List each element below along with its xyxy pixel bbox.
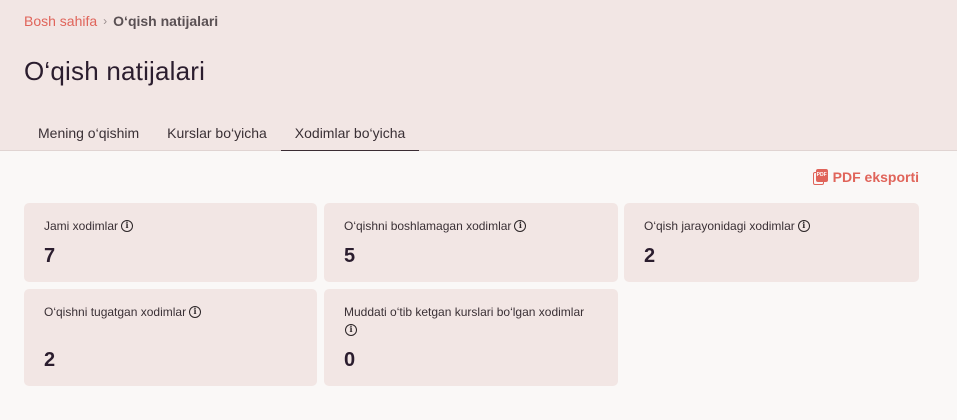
- pdf-file-icon: PDF: [812, 169, 828, 185]
- info-icon[interactable]: i: [514, 220, 527, 232]
- tab-by-employees[interactable]: Xodimlar bo‘yicha: [280, 119, 420, 151]
- stat-value: 2: [44, 349, 56, 371]
- breadcrumb-separator-icon: ›: [103, 14, 108, 28]
- stat-card-overdue: Muddati o‘tib ketgan kurslari bo‘lgan xo…: [324, 289, 618, 386]
- stat-label: O‘qishni boshlamagan xodimlar: [344, 219, 512, 233]
- tab-my-learning[interactable]: Mening o‘qishim: [24, 119, 153, 151]
- stat-card-completed: O‘qishni tugatgan xodimlar i 2: [24, 289, 317, 386]
- page-title: O‘qish natijalari: [24, 56, 206, 86]
- tab-bar: Mening o‘qishim Kurslar bo‘yicha Xodimla…: [24, 119, 420, 151]
- breadcrumb: Bosh sahifa › O‘qish natijalari: [24, 13, 218, 29]
- tab-by-courses[interactable]: Kurslar bo‘yicha: [153, 119, 281, 151]
- stat-card-not-started: O‘qishni boshlamagan xodimlar i 5: [324, 203, 618, 282]
- pdf-export-button[interactable]: PDF PDF eksporti: [812, 169, 919, 185]
- stat-value: 2: [644, 245, 656, 267]
- page-header: Bosh sahifa › O‘qish natijalari O‘qish n…: [0, 0, 957, 151]
- info-icon[interactable]: i: [345, 324, 357, 336]
- stat-card-total-employees: Jami xodimlar i 7: [24, 203, 317, 282]
- stat-label: O‘qishni tugatgan xodimlar: [44, 305, 187, 319]
- stat-label: Muddati o‘tib ketgan kurslari bo‘lgan xo…: [344, 305, 585, 319]
- info-icon[interactable]: i: [797, 220, 810, 232]
- stat-label: Jami xodimlar: [44, 219, 119, 233]
- breadcrumb-home-link[interactable]: Bosh sahifa: [24, 13, 97, 29]
- pdf-export-label: PDF eksporti: [832, 169, 919, 185]
- info-icon[interactable]: i: [189, 306, 202, 318]
- breadcrumb-current: O‘qish natijalari: [113, 13, 219, 29]
- stat-label: O‘qish jarayonidagi xodimlar: [644, 219, 795, 233]
- stat-card-in-progress: O‘qish jarayonidagi xodimlar i 2: [624, 203, 919, 282]
- stat-value: 7: [44, 245, 56, 267]
- stat-value: 0: [344, 349, 356, 371]
- stat-value: 5: [344, 245, 356, 267]
- info-icon[interactable]: i: [121, 220, 134, 232]
